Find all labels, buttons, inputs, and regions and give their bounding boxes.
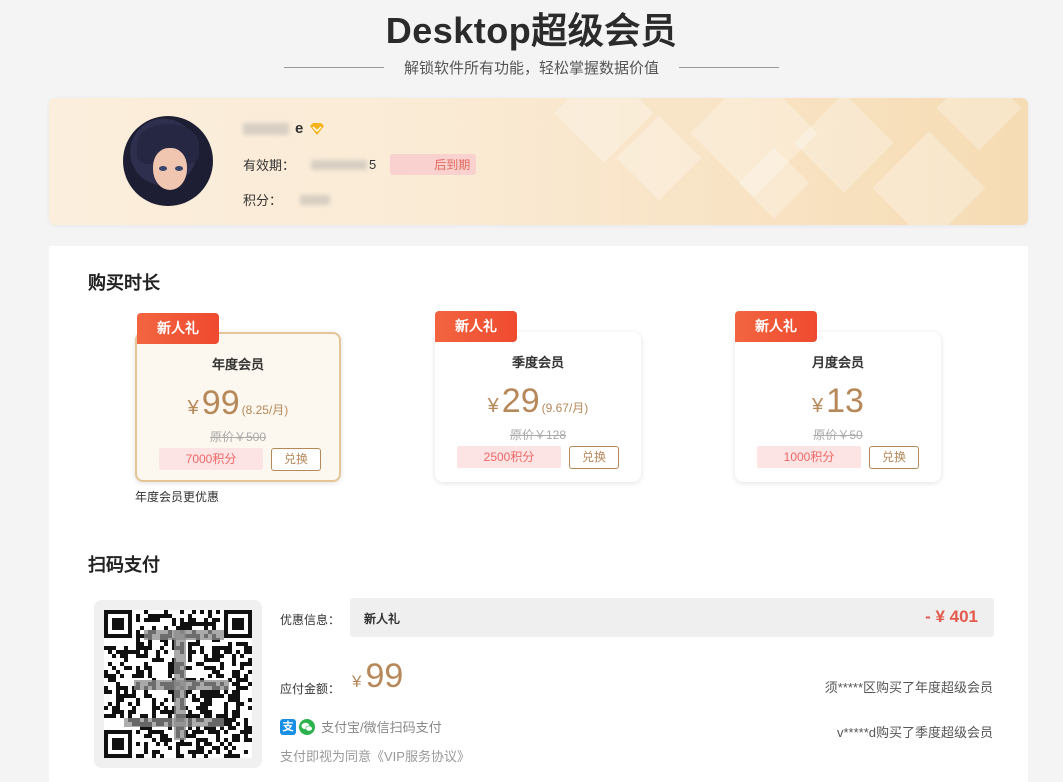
qr-code	[104, 610, 252, 758]
qr-code-container	[94, 600, 262, 768]
plan-card-quarterly[interactable]: 新人礼 季度会员 ¥29 (9.67/月) 原价￥128 2500积分 兑换	[435, 311, 641, 482]
plan-price: ¥29 (9.67/月)	[487, 382, 589, 420]
plan-per-month: (8.25/月)	[241, 403, 289, 417]
plan-price: ¥13	[812, 382, 864, 420]
new-user-badge: 新人礼	[435, 311, 517, 342]
pay-methods-text: 支付宝/微信扫码支付	[321, 720, 442, 735]
plan-name: 月度会员	[811, 355, 864, 370]
plan-original-price: 原价￥50	[813, 428, 863, 442]
alipay-icon: 支	[280, 718, 296, 735]
purchase-feed-item: v*****d购买了季度超级会员	[836, 725, 993, 740]
pay-methods: 支 支付宝/微信扫码支付	[280, 717, 442, 736]
points-redacted	[300, 194, 331, 205]
agreement-link[interactable]: 支付即视为同意《VIP服务协议》	[280, 746, 470, 765]
subtitle-row: 解锁软件所有功能，轻松掌握数据价值	[0, 57, 1063, 78]
plan-points: 7000积分	[159, 448, 263, 470]
vip-diamond-icon	[310, 122, 325, 135]
plan-name: 季度会员	[511, 355, 564, 370]
wechat-pay-icon	[299, 718, 315, 735]
amount-label: 应付金额：	[280, 682, 341, 696]
discount-label: 优惠信息：	[280, 613, 341, 627]
plan-original-price: 原价￥500	[209, 430, 267, 444]
profile-card: e 有效期： 5 后到期 积分：	[49, 98, 1028, 225]
redeem-button[interactable]: 兑换	[271, 448, 321, 471]
plan-per-month: (9.67/月)	[541, 401, 589, 415]
expiry-redacted	[311, 159, 368, 170]
plan-price-value: 13	[826, 382, 864, 420]
plan-points: 1000积分	[757, 446, 861, 468]
expiry-row: 有效期： 5 后到期	[243, 154, 477, 175]
new-user-badge: 新人礼	[735, 311, 817, 342]
username: e	[243, 120, 325, 137]
expiry-tag: 后到期	[390, 154, 477, 175]
redeem-button[interactable]: 兑换	[569, 446, 619, 469]
plan-card-yearly[interactable]: 新人礼 年度会员 ¥99 (8.25/月) 原价￥500 7000积分 兑换	[135, 313, 341, 482]
plan-original-price: 原价￥128	[509, 428, 567, 442]
plan-points: 2500积分	[457, 446, 561, 468]
divider-left	[283, 67, 384, 68]
new-user-badge: 新人礼	[137, 313, 219, 344]
discount-name: 新人礼	[364, 612, 401, 626]
username-visible: e	[295, 120, 304, 137]
purchase-section-title: 购买时长	[88, 273, 160, 293]
plan-price-value: 99	[201, 384, 240, 422]
plan-price-value: 29	[501, 382, 540, 420]
points-label: 积分：	[243, 193, 283, 208]
username-redacted	[243, 122, 289, 135]
pay-amount: ¥99	[352, 657, 404, 695]
page-subtitle: 解锁软件所有功能，轻松掌握数据价值	[403, 60, 659, 77]
page-title: Desktop超级会员	[385, 10, 678, 51]
purchase-feed-item: 须*****区购买了年度超级会员	[824, 680, 993, 695]
avatar	[123, 116, 213, 206]
pay-amount-value: 99	[365, 657, 404, 695]
expiry-label: 有效期：	[243, 158, 296, 173]
yearly-note: 年度会员更优惠	[135, 490, 220, 504]
plan-name: 年度会员	[211, 357, 264, 372]
discount-bar: 新人礼 - ¥ 401	[350, 598, 994, 637]
payment-section-title: 扫码支付	[88, 555, 160, 575]
plan-card-monthly[interactable]: 新人礼 月度会员 ¥13 原价￥50 1000积分 兑换	[735, 311, 941, 482]
redeem-button[interactable]: 兑换	[869, 446, 919, 469]
plan-price: ¥99 (8.25/月)	[187, 384, 289, 422]
expiry-visible: 5	[369, 157, 377, 172]
discount-amount: - ¥ 401	[925, 607, 978, 626]
divider-right	[679, 67, 779, 68]
points-row: 积分：	[243, 190, 331, 209]
